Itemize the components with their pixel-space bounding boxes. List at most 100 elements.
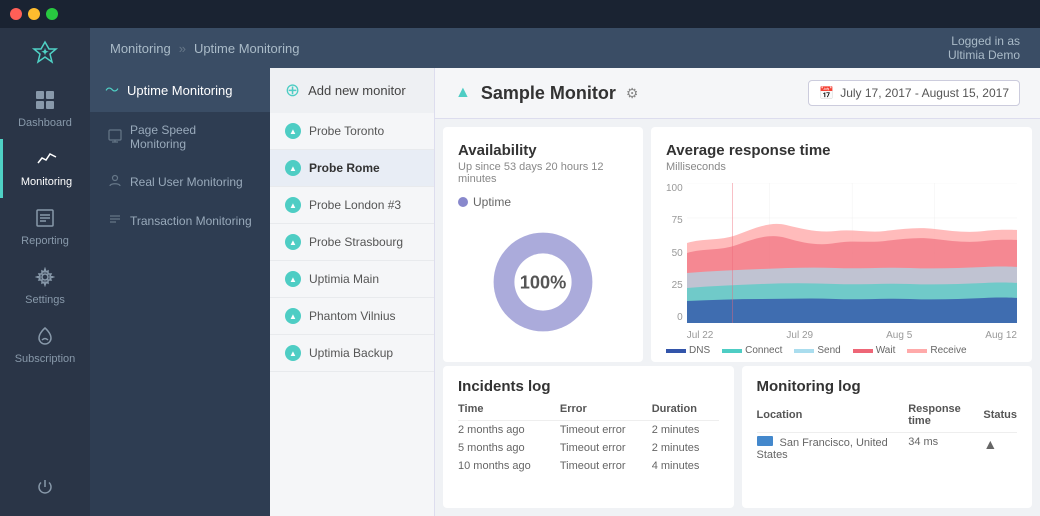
nav-page-speed[interactable]: Page Speed Monitoring [90, 112, 270, 162]
close-button[interactable] [10, 8, 22, 20]
legend-wait-color [853, 349, 873, 353]
y-label-25: 25 [672, 280, 683, 291]
breadcrumb-uptime: Uptime Monitoring [194, 41, 300, 56]
sidebar-item-dashboard[interactable]: Dashboard [0, 80, 90, 139]
legend-send-color [794, 349, 814, 353]
dashboard-icon [35, 90, 55, 113]
probe-phantom[interactable]: ▲ Phantom Vilnius [270, 298, 434, 335]
legend-wait: Wait [853, 345, 896, 356]
incidents-title: Incidents log [458, 378, 719, 395]
nav-panel: 〜 Uptime Monitoring Page Speed Monitorin… [90, 68, 270, 516]
incidents-panel: Incidents log Time Error Duration [443, 366, 734, 508]
settings-icon [35, 267, 55, 290]
x-label-jul29: Jul 29 [786, 330, 813, 341]
sidebar-item-reporting[interactable]: Reporting [0, 198, 90, 257]
probe-toronto-label: Probe Toronto [309, 124, 384, 138]
nav-page-speed-label: Page Speed Monitoring [130, 123, 255, 151]
probe-london-label: Probe London #3 [309, 198, 401, 212]
sidebar-dashboard-label: Dashboard [18, 117, 72, 129]
probe-uptimia-main[interactable]: ▲ Uptimia Main [270, 261, 434, 298]
sidebar-item-subscription[interactable]: Subscription [0, 316, 90, 375]
reporting-icon [35, 208, 55, 231]
availability-subtitle: Up since 53 days 20 hours 12 minutes [458, 161, 628, 185]
probe-london[interactable]: ▲ Probe London #3 [270, 187, 434, 224]
probe-uptimia-main-label: Uptimia Main [309, 272, 379, 286]
probe-backup[interactable]: ▲ Uptimia Backup [270, 335, 434, 372]
monitoring-location-1: San Francisco, United States [757, 433, 909, 465]
availability-panel: Availability Up since 53 days 20 hours 1… [443, 127, 643, 362]
probe-rome[interactable]: ▲ Probe Rome [270, 150, 434, 187]
probe-rome-status: ▲ [285, 160, 301, 176]
logged-in-label: Logged in as [948, 34, 1020, 48]
uptime-icon: 〜 [105, 80, 119, 100]
area-chart-svg [687, 183, 1017, 323]
gear-icon[interactable]: ⚙ [626, 85, 639, 102]
legend-connect-label: Connect [745, 345, 782, 356]
subscription-icon [35, 326, 55, 349]
transaction-icon [108, 212, 122, 229]
y-axis: 100 75 50 25 0 [666, 183, 687, 323]
user-name: Ultimia Demo [948, 48, 1020, 62]
content-area: Availability Up since 53 days 20 hours 1… [435, 119, 1040, 516]
legend-dns: DNS [666, 345, 710, 356]
incidents-col-error: Error [560, 403, 652, 421]
probe-strasbourg-label: Probe Strasbourg [309, 235, 403, 249]
probe-london-status: ▲ [285, 197, 301, 213]
sidebar-reporting-label: Reporting [21, 235, 69, 247]
y-label-100: 100 [666, 183, 683, 194]
topbar: Monitoring » Uptime Monitoring Logged in… [90, 28, 1040, 68]
probe-rome-label: Probe Rome [309, 161, 380, 175]
bottom-row: Incidents log Time Error Duration [435, 366, 1040, 516]
nav-uptime-monitoring[interactable]: 〜 Uptime Monitoring [90, 68, 270, 112]
date-range-badge[interactable]: 📅 July 17, 2017 - August 15, 2017 [808, 80, 1020, 106]
sidebar-subscription-label: Subscription [15, 353, 76, 365]
flag-usa [757, 436, 773, 446]
incident-time-1: 2 months ago [458, 421, 560, 440]
main-content: ▲ Sample Monitor ⚙ 📅 July 17, 2017 - Aug… [435, 68, 1040, 516]
breadcrumb-monitoring: Monitoring [110, 41, 171, 56]
probe-phantom-label: Phantom Vilnius [309, 309, 396, 323]
nav-transaction[interactable]: Transaction Monitoring [90, 201, 270, 240]
svg-text:✦: ✦ [41, 47, 49, 57]
incident-row: 10 months ago Timeout error 4 minutes [458, 457, 719, 475]
probe-strasbourg[interactable]: ▲ Probe Strasbourg [270, 224, 434, 261]
response-time-chart-area: 100 75 50 25 0 [666, 183, 1017, 341]
incident-duration-3: 4 minutes [652, 457, 719, 475]
probe-toronto[interactable]: ▲ Probe Toronto [270, 113, 434, 150]
nav-uptime-label: Uptime Monitoring [127, 83, 233, 98]
maximize-button[interactable] [46, 8, 58, 20]
monitoring-status-1: ▲ [983, 433, 1017, 465]
y-label-50: 50 [672, 248, 683, 259]
probe-uptimia-main-status: ▲ [285, 271, 301, 287]
monitoring-col-location: Location [757, 403, 909, 433]
chart-svg-container: Jul 22 Jul 29 Aug 5 Aug 12 [687, 183, 1017, 341]
legend-dns-label: DNS [689, 345, 710, 356]
sidebar-item-settings[interactable]: Settings [0, 257, 90, 316]
minimize-button[interactable] [28, 8, 40, 20]
charts-row: Availability Up since 53 days 20 hours 1… [435, 119, 1040, 366]
x-label-aug5: Aug 5 [886, 330, 912, 341]
sidebar-bottom [31, 468, 59, 506]
incident-error-1: Timeout error [560, 421, 652, 440]
incident-error-3: Timeout error [560, 457, 652, 475]
add-monitor-button[interactable]: ⊕ Add new monitor [270, 68, 434, 113]
response-time-panel: Average response time Milliseconds 100 7… [651, 127, 1032, 362]
sidebar: ✦ Dashboard Monitoring [0, 28, 90, 516]
probe-strasbourg-status: ▲ [285, 234, 301, 250]
sidebar-item-monitoring[interactable]: Monitoring [0, 139, 90, 198]
monitor-title: Sample Monitor [481, 83, 616, 104]
incident-row: 5 months ago Timeout error 2 minutes [458, 439, 719, 457]
monitoring-table: Location Response time Status [757, 403, 1018, 464]
incident-duration-2: 2 minutes [652, 439, 719, 457]
top-layout: Monitoring » Uptime Monitoring Logged in… [90, 28, 1040, 516]
monitoring-row: San Francisco, United States 34 ms ▲ [757, 433, 1018, 465]
user-info: Logged in as Ultimia Demo [948, 34, 1020, 62]
donut-svg: 100% [478, 217, 608, 347]
monitoring-icon [37, 149, 57, 172]
legend-send: Send [794, 345, 840, 356]
add-icon: ⊕ [285, 80, 300, 101]
probe-panel: ⊕ Add new monitor ▲ Probe Toronto ▲ Prob… [270, 68, 435, 516]
uptime-legend: Uptime [458, 195, 628, 209]
nav-real-user[interactable]: Real User Monitoring [90, 162, 270, 201]
sidebar-power[interactable] [31, 468, 59, 506]
